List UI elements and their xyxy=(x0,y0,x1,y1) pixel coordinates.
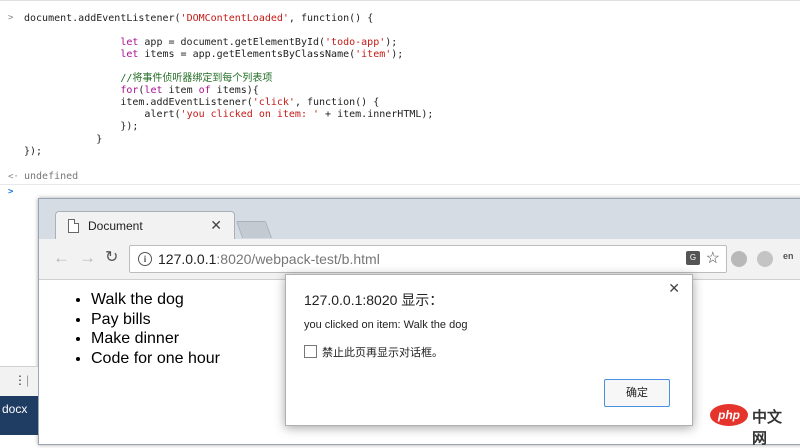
site-watermark: php 中文网 xyxy=(710,402,794,447)
console-code-line: for(let item of items){ xyxy=(120,85,259,96)
tab-document[interactable]: Document ✕ xyxy=(55,211,235,240)
console-code-line: }); xyxy=(120,121,139,132)
reload-icon[interactable]: ↻ xyxy=(105,249,118,267)
suppress-dialogs-label[interactable]: 禁止此页再显示对话框。 xyxy=(322,344,443,360)
document-icon xyxy=(68,219,79,233)
console-code-line: //将事件侦听器绑定到每个列表项 xyxy=(120,73,273,84)
suppress-dialogs-checkbox[interactable] xyxy=(304,345,317,358)
console-code-line: } xyxy=(96,134,103,145)
todo-item[interactable]: Walk the dog xyxy=(91,290,220,310)
taskbar-label[interactable]: docx xyxy=(2,402,27,416)
todo-item[interactable]: Pay bills xyxy=(91,310,220,330)
watermark-logo: php xyxy=(710,404,748,426)
console-result: undefined xyxy=(24,171,79,182)
dialog-close-icon[interactable]: ✕ xyxy=(668,280,680,297)
divider-icon: | xyxy=(26,373,30,387)
extension-en-icon[interactable]: en xyxy=(783,251,799,267)
extension-icon[interactable] xyxy=(731,251,747,267)
console-code-line: let app = document.getElementById('todo-… xyxy=(120,37,398,48)
back-icon[interactable]: ← xyxy=(53,249,70,267)
underlying-window-toolbar: ⋮ | xyxy=(0,366,38,397)
console-code-line: let items = app.getElementsByClassName('… xyxy=(120,49,404,60)
console-input-prompt-icon[interactable]: > xyxy=(8,187,13,197)
tab-title: Document xyxy=(88,219,143,233)
extension-a-icon[interactable] xyxy=(757,251,773,267)
bookmark-star-icon[interactable]: ☆ xyxy=(706,248,720,268)
watermark-text: 中文网 xyxy=(752,409,783,447)
url-text[interactable]: 127.0.0.1:8020/webpack-test/b.html xyxy=(158,251,380,267)
forward-icon[interactable]: → xyxy=(79,249,96,267)
console-divider xyxy=(0,184,800,185)
address-bar[interactable]: i 127.0.0.1:8020/webpack-test/b.html G ☆ xyxy=(129,245,727,273)
result-prompt-icon: <· xyxy=(8,172,19,182)
new-tab-button[interactable] xyxy=(235,221,273,238)
console-code-line: alert('you clicked on item: ' + item.inn… xyxy=(144,109,434,120)
todo-item[interactable]: Make dinner xyxy=(91,329,220,349)
alert-dialog: 127.0.0.1:8020 显示： ✕ you clicked on item… xyxy=(285,274,693,426)
console-code-line: item.addEventListener('click', function(… xyxy=(120,97,380,108)
devtools-console: > document.addEventListener('DOMContentL… xyxy=(0,0,800,201)
tab-strip: Document ✕ xyxy=(39,199,800,240)
more-options-icon[interactable]: ⋮ xyxy=(14,373,26,387)
ok-button[interactable]: 确定 xyxy=(604,379,670,407)
dialog-message: you clicked on item: Walk the dog xyxy=(304,319,468,331)
taskbar-fragment: docx xyxy=(0,396,38,435)
dialog-title: 127.0.0.1:8020 显示： xyxy=(304,292,444,308)
todo-item[interactable]: Code for one hour xyxy=(91,349,220,369)
translate-icon[interactable]: G xyxy=(686,251,700,265)
console-code-line: }); xyxy=(24,146,43,157)
input-prompt-icon: > xyxy=(8,13,14,23)
todo-list: Walk the dogPay billsMake dinnerCode for… xyxy=(71,290,220,368)
console-code-line: document.addEventListener('DOMContentLoa… xyxy=(24,13,374,24)
tab-close-icon[interactable]: ✕ xyxy=(210,217,222,234)
info-icon[interactable]: i xyxy=(138,252,152,266)
